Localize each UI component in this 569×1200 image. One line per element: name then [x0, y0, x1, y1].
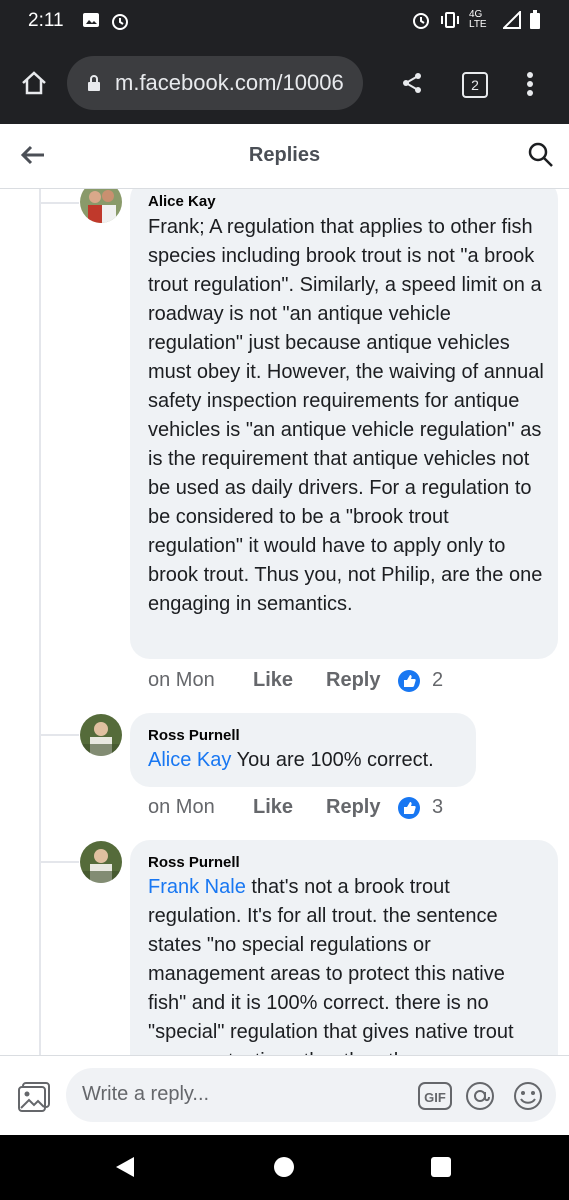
avatar[interactable]	[80, 189, 122, 223]
more-menu-icon[interactable]	[526, 71, 534, 97]
page-title: Replies	[248, 144, 321, 166]
nav-home-button[interactable]	[274, 1157, 294, 1177]
comment-actions: on Mon Like Reply 2	[148, 669, 443, 692]
comment-bubble[interactable]: Ross Purnell Alice Kay You are 100% corr…	[130, 713, 476, 787]
network-label: 4G LTE	[469, 9, 487, 30]
like-button[interactable]: Like	[253, 669, 326, 692]
like-button[interactable]: Like	[253, 796, 326, 819]
status-bar: 2:11 4G LTE	[0, 0, 569, 44]
thread-connector	[41, 734, 79, 736]
photo-icon[interactable]	[17, 1081, 51, 1113]
reply-button[interactable]: Reply	[326, 796, 398, 819]
share-icon[interactable]	[400, 71, 424, 95]
reaction-count[interactable]: 2	[432, 669, 443, 692]
comment-author[interactable]: Ross Purnell	[148, 854, 240, 871]
page-header: Replies	[0, 124, 569, 189]
comment-body: You are 100% correct.	[231, 749, 434, 771]
nav-back-icon[interactable]	[115, 1156, 135, 1178]
nav-recents-button[interactable]	[431, 1157, 451, 1177]
gif-icon[interactable]: GIF	[417, 1081, 453, 1111]
reply-composer: Write a reply... GIF	[0, 1055, 569, 1136]
status-time: 2:11	[28, 10, 64, 31]
mention-link[interactable]: Alice Kay	[148, 749, 231, 771]
lock-icon	[88, 75, 100, 91]
reaction-count[interactable]: 3	[432, 796, 443, 819]
thread-connector	[41, 202, 79, 204]
address-bar[interactable]: m.facebook.com/10006	[67, 56, 363, 110]
gif-label: GIF	[424, 1090, 446, 1105]
gallery-notification-icon	[83, 13, 99, 27]
avatar[interactable]	[80, 714, 122, 756]
comment-body: that's not a brook trout regulation. It'…	[148, 876, 514, 1055]
like-reaction-icon	[398, 796, 420, 819]
comment-bubble[interactable]: Ross Purnell Frank Nale that's not a bro…	[130, 840, 558, 1055]
browser-toolbar: m.facebook.com/10006 2	[0, 44, 569, 124]
home-icon[interactable]	[20, 69, 48, 97]
system-navigation-bar	[0, 1135, 569, 1200]
comment-bubble[interactable]: Alice Kay Frank; A regulation that appli…	[130, 189, 558, 659]
comment-actions: on Mon Like Reply 3	[148, 796, 443, 819]
comment-time[interactable]: on Mon	[148, 796, 253, 819]
reply-button[interactable]: Reply	[326, 669, 398, 692]
vibrate-icon	[441, 12, 459, 28]
comment-text: Frank; A regulation that applies to othe…	[148, 216, 544, 615]
like-reaction-icon	[398, 669, 420, 692]
mention-icon[interactable]	[464, 1080, 496, 1112]
alarm-icon	[112, 14, 128, 30]
reply-placeholder: Write a reply...	[82, 1083, 210, 1105]
avatar[interactable]	[80, 841, 122, 883]
comment-author[interactable]: Alice Kay	[148, 193, 216, 210]
search-icon[interactable]	[527, 141, 555, 169]
reply-input[interactable]: Write a reply... GIF	[66, 1068, 556, 1122]
alarm-icon	[413, 13, 429, 29]
comment-text: Frank Nale that's not a brook trout regu…	[148, 873, 548, 1055]
comment-time[interactable]: on Mon	[148, 669, 253, 692]
emoji-icon[interactable]	[512, 1080, 544, 1112]
comment-text: Alice Kay You are 100% correct.	[148, 746, 468, 775]
thread-line	[39, 189, 41, 1055]
thread-connector	[41, 861, 79, 863]
url-text: m.facebook.com/10006	[115, 70, 344, 95]
battery-icon	[530, 10, 540, 29]
comment-author[interactable]: Ross Purnell	[148, 727, 240, 744]
signal-icon	[503, 11, 521, 29]
replies-thread[interactable]: Alice Kay Frank; A regulation that appli…	[0, 189, 569, 1055]
mention-link[interactable]: Frank Nale	[148, 876, 246, 898]
tab-switcher-button[interactable]: 2	[462, 72, 488, 98]
